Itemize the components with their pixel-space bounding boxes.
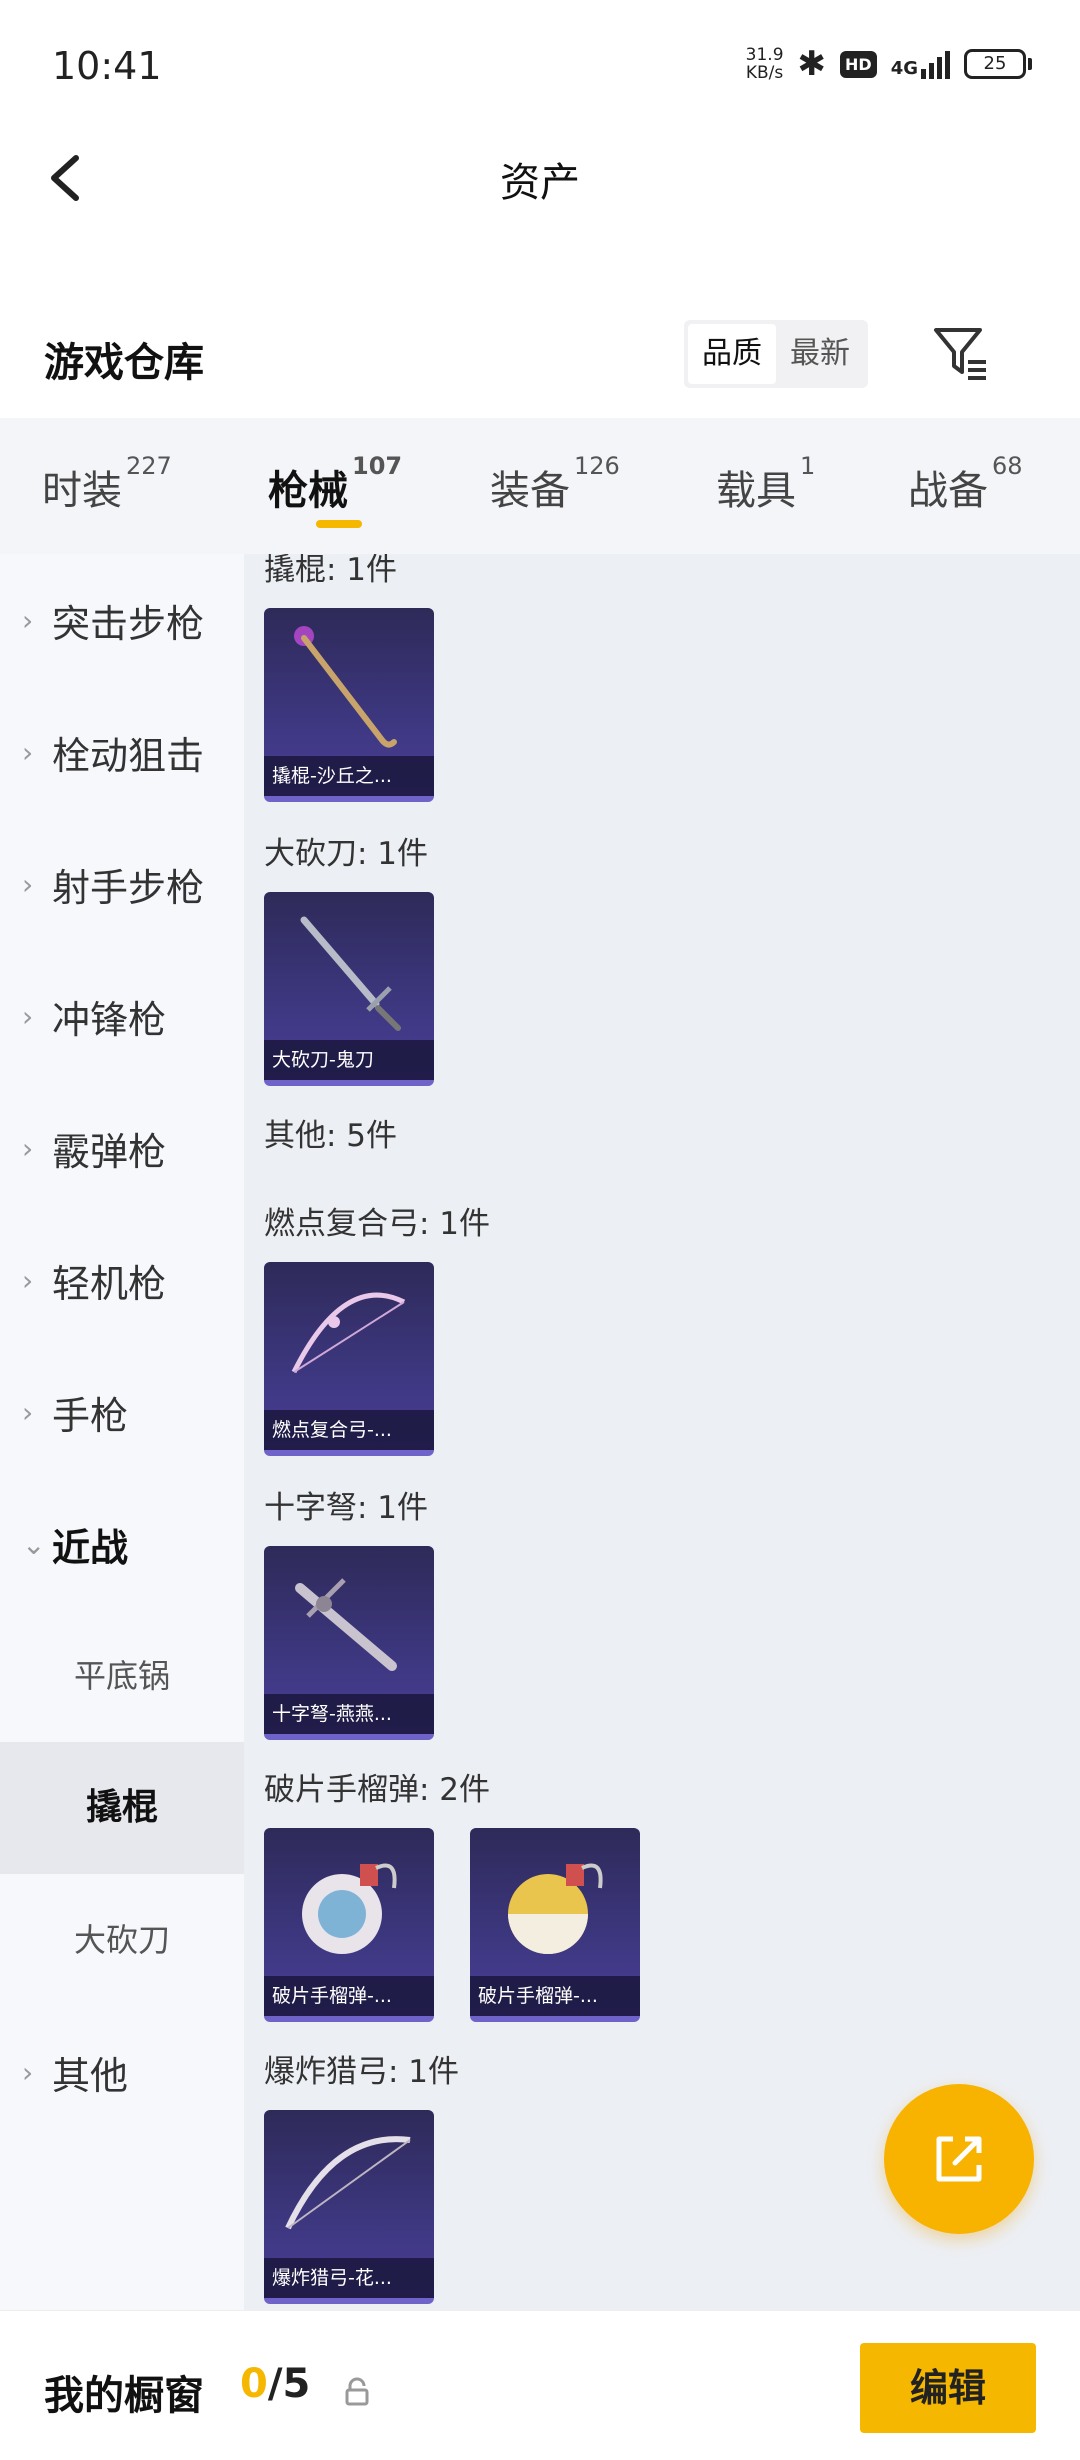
tab-supplies[interactable]: 战备68 [908, 452, 1023, 516]
showcase-count: 0/5 [240, 2361, 311, 2407]
page-title: 资产 [500, 160, 580, 206]
edit-button[interactable]: 编辑 [860, 2343, 1036, 2433]
chevron-right-icon: › [22, 867, 34, 901]
section-title: 游戏仓库 [44, 340, 204, 386]
sort-toggle: 品质 最新 [684, 320, 868, 388]
hd-badge: HD [840, 50, 877, 78]
sidebar-subitem-machete[interactable]: 大砍刀 [0, 1874, 244, 2006]
sidebar-subitem-crowbar[interactable]: 撬棍 [0, 1742, 244, 1874]
item-name: 破片手榴弹-... [470, 1976, 640, 2016]
section-header: 游戏仓库 品质 最新 [0, 300, 1080, 410]
hunting-bow-icon [285, 2136, 411, 2230]
bluetooth-icon: ✱ [797, 44, 827, 84]
item-card[interactable]: 破片手榴弹-... [264, 1828, 434, 2022]
sidebar-item-lmg[interactable]: › 轻机枪 [0, 1214, 244, 1346]
sidebar-item-marksman-rifle[interactable]: › 射手步枪 [0, 818, 244, 950]
category-tabs: 时装227 枪械107 装备126 载具1 战备68 [0, 418, 1080, 554]
crossbow-icon [295, 1578, 397, 1671]
item-list: 撬棍: 1件 撬棍-沙丘之... 大砍刀: 1件 大砍刀-鬼刀 其他: 5件 燃… [244, 554, 1080, 2310]
sidebar-item-shotgun[interactable]: › 霰弹枪 [0, 1082, 244, 1214]
share-fab[interactable] [884, 2084, 1034, 2234]
weapon-category-sidebar: › 突击步枪 › 栓动狙击 › 射手步枪 › 冲锋枪 › 霰弹枪 › 轻机枪 › 手枪 ⌄ 近战… [0, 554, 244, 2310]
crowbar-icon [294, 626, 397, 748]
tab-vehicles[interactable]: 载具1 [716, 452, 815, 516]
item-card[interactable]: 十字弩-燕燕... [264, 1546, 434, 1740]
group-title: 爆炸猎弓: 1件 [264, 2054, 460, 2090]
sort-quality-button[interactable]: 品质 [688, 324, 776, 384]
battery-icon: 25 [964, 49, 1032, 79]
status-bar: 10:41 31.9 KB/s ✱ HD 4G 25 [0, 0, 1080, 130]
external-link-icon [936, 2136, 982, 2182]
active-tab-indicator [316, 520, 362, 528]
status-time: 10:41 [52, 44, 162, 88]
lock-icon [345, 2377, 369, 2406]
group-title: 其他: 5件 [264, 1118, 398, 1154]
item-card[interactable]: 破片手榴弹-... [470, 1828, 640, 2022]
group-title: 十字弩: 1件 [264, 1490, 429, 1526]
sidebar-subitem-pan[interactable]: 平底锅 [0, 1610, 244, 1742]
sidebar-item-melee[interactable]: ⌄ 近战 [0, 1478, 244, 1610]
compound-bow-icon [291, 1292, 406, 1374]
sidebar-item-other[interactable]: › 其他 [0, 2006, 244, 2138]
sidebar-item-smg[interactable]: › 冲锋枪 [0, 950, 244, 1082]
chevron-down-icon: ⌄ [22, 1527, 46, 1561]
status-icons: 31.9 KB/s ✱ HD 4G 25 [746, 44, 1032, 84]
tab-fashion[interactable]: 时装227 [42, 452, 172, 516]
sort-newest-button[interactable]: 最新 [776, 324, 864, 384]
chevron-right-icon: › [22, 999, 34, 1033]
net-speed: 31.9 KB/s [745, 45, 784, 83]
grenade-icon [302, 1863, 397, 1954]
group-title: 大砍刀: 1件 [264, 836, 429, 872]
item-name: 撬棍-沙丘之... [264, 756, 434, 796]
sidebar-item-assault-rifle[interactable]: › 突击步枪 [0, 554, 244, 686]
item-name: 破片手榴弹-... [264, 1976, 434, 2016]
filter-icon[interactable] [930, 322, 992, 384]
chevron-right-icon: › [22, 1395, 34, 1429]
chevron-right-icon: › [22, 735, 34, 769]
item-name: 十字弩-燕燕... [264, 1694, 434, 1734]
item-card[interactable]: 大砍刀-鬼刀 [264, 892, 434, 1086]
item-card[interactable]: 燃点复合弓-... [264, 1262, 434, 1456]
chevron-right-icon: › [22, 2055, 34, 2089]
item-card[interactable]: 爆炸猎弓-花... [264, 2110, 434, 2304]
showcase-title: 我的橱窗 [44, 2373, 204, 2419]
chevron-right-icon: › [22, 1263, 34, 1297]
app-header: 资产 [0, 130, 1080, 230]
machete-icon [300, 916, 401, 1031]
tab-equipment[interactable]: 装备126 [490, 452, 620, 516]
signal-icon: 4G [891, 49, 950, 79]
showcase-bar: 我的橱窗 0/5 编辑 [0, 2310, 1080, 2460]
battery-level: 25 [964, 49, 1026, 79]
sidebar-item-pistol[interactable]: › 手枪 [0, 1346, 244, 1478]
item-name: 爆炸猎弓-花... [264, 2258, 434, 2298]
grenade-icon [508, 1863, 603, 1954]
group-title: 撬棍: 1件 [264, 554, 398, 588]
group-title: 燃点复合弓: 1件 [264, 1206, 491, 1242]
sidebar-item-bolt-sniper[interactable]: › 栓动狙击 [0, 686, 244, 818]
item-card[interactable]: 撬棍-沙丘之... [264, 608, 434, 802]
item-name: 大砍刀-鬼刀 [264, 1040, 434, 1080]
chevron-right-icon: › [22, 1131, 34, 1165]
tab-guns[interactable]: 枪械107 [268, 452, 402, 516]
group-title: 破片手榴弹: 2件 [264, 1772, 491, 1808]
chevron-right-icon: › [22, 603, 34, 637]
item-name: 燃点复合弓-... [264, 1410, 434, 1450]
